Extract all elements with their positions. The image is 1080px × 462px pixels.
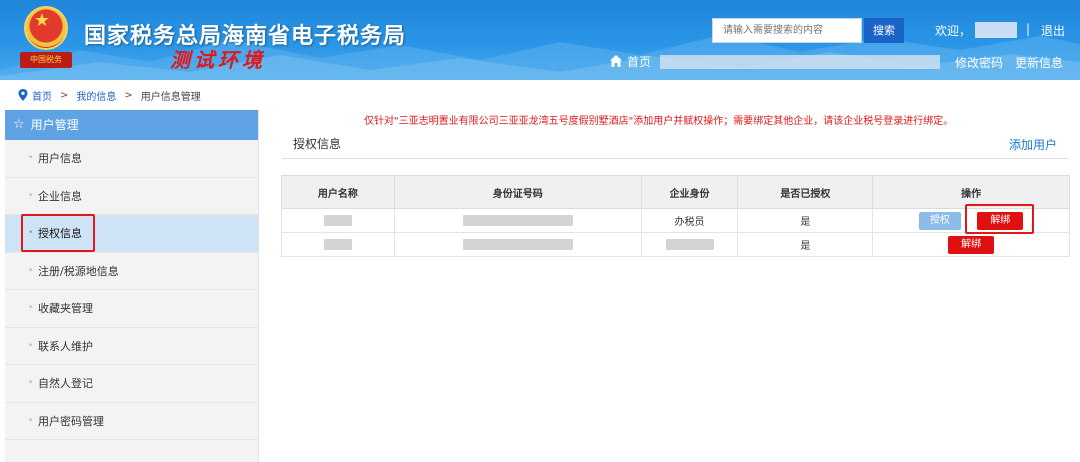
redacted-id: [462, 214, 573, 226]
bullet-icon: •: [28, 340, 34, 351]
breadcrumb-separator: >: [124, 89, 133, 101]
notice-text: 仅针对"三亚志明置业有限公司三亚亚龙湾五号度假别墅酒店"添加用户并赋权操作；需要…: [364, 116, 954, 127]
add-user-link[interactable]: 添加用户: [1009, 136, 1057, 153]
sidebar-item-label: 用户密码管理: [38, 414, 104, 428]
sidebar-item-label: 用户信息: [38, 152, 82, 165]
breadcrumb-separator: >: [60, 89, 69, 101]
authorize-button[interactable]: 授权: [918, 211, 961, 230]
redacted-role: [665, 238, 714, 250]
star-outline-icon: ☆: [13, 117, 25, 132]
section-title: 授权信息: [293, 137, 342, 151]
test-environment-label: 测试环境: [170, 48, 266, 72]
username-redacted: [975, 22, 1017, 38]
sidebar-item-enterprise-info[interactable]: • 企业信息: [5, 178, 258, 215]
bullet-icon: •: [28, 265, 34, 276]
header-divider: |: [1026, 22, 1031, 36]
update-info-link[interactable]: 更新信息: [1015, 54, 1063, 71]
tax-emblem-logo: ★ 中国税务: [20, 6, 72, 70]
sidebar-item-label: 联系人维护: [38, 339, 93, 353]
highlight-box-unbind: [965, 204, 1034, 234]
table-header-row: 用户名称 身份证号码 企业身份 是否已授权 操作: [281, 175, 1070, 209]
sidebar-item-contacts[interactable]: • 联系人维护: [5, 328, 258, 365]
table-row: 办税员 是 授权 解绑: [281, 208, 1070, 233]
sidebar-item-natural-person[interactable]: • 自然人登记: [5, 365, 258, 403]
sidebar-item-password[interactable]: • 用户密码管理: [5, 403, 258, 440]
sidebar-item-favorites[interactable]: • 收藏夹管理: [5, 290, 258, 328]
column-header: 企业身份: [640, 175, 739, 209]
sidebar-item-label: 自然人登记: [38, 377, 93, 390]
sidebar: ☆ 用户管理 • 用户信息 • 企业信息 • 授权信息 • 注册/税源地信息 •…: [5, 110, 259, 462]
home-link[interactable]: 首页: [627, 53, 651, 70]
sidebar-item-label: 注册/税源地信息: [38, 264, 119, 278]
site-header: ★ 中国税务 国家税务总局海南省电子税务局 测试环境 搜索 欢迎， | 退出 首…: [0, 0, 1080, 80]
search-button[interactable]: 搜索: [864, 18, 904, 43]
column-header: 身份证号码: [393, 175, 642, 209]
authorized-cell: 是: [737, 208, 874, 233]
column-header: 是否已授权: [737, 175, 874, 209]
sidebar-header-label: 用户管理: [30, 118, 79, 132]
breadcrumb: 首页 > 我的信息 > 用户信息管理: [18, 86, 201, 104]
bullet-icon: •: [28, 303, 34, 313]
welcome-text: 欢迎，: [935, 24, 972, 38]
breadcrumb-current: 用户信息管理: [140, 91, 201, 103]
bullet-icon: •: [28, 378, 34, 388]
sidebar-header[interactable]: ☆ 用户管理: [5, 110, 258, 140]
redacted-name: [323, 238, 352, 250]
table-row: 是 解绑: [281, 232, 1070, 257]
id-number-cell: [393, 232, 642, 257]
emblem-ribbon-text: 中国税务: [20, 52, 72, 68]
column-header: 用户名称: [281, 175, 395, 209]
bullet-icon: •: [28, 190, 34, 201]
section-divider: [282, 158, 1068, 159]
user-name-cell: [281, 208, 395, 233]
logout-link[interactable]: 退出: [1041, 22, 1065, 39]
breadcrumb-my-info[interactable]: 我的信息: [76, 88, 116, 103]
bullet-icon: •: [28, 153, 34, 163]
sidebar-item-label: 企业信息: [38, 189, 82, 203]
home-icon[interactable]: [609, 54, 623, 68]
search-input[interactable]: [712, 18, 862, 43]
bullet-icon: •: [28, 415, 34, 426]
redacted-name: [323, 214, 352, 226]
sidebar-item-label: 收藏夹管理: [38, 302, 93, 315]
highlight-box-sidebar: [21, 214, 95, 252]
role-cell: [640, 232, 739, 257]
authorization-table: 用户名称 身份证号码 企业身份 是否已授权 操作 办税员 是 授权 解绑 是 解…: [281, 175, 1070, 257]
sidebar-item-registration-info[interactable]: • 注册/税源地信息: [5, 253, 258, 290]
id-number-cell: [393, 208, 642, 233]
sidebar-item-user-info[interactable]: • 用户信息: [5, 140, 258, 178]
authorized-cell: 是: [737, 232, 874, 257]
role-cell: 办税员: [640, 208, 739, 233]
change-password-link[interactable]: 修改密码: [955, 54, 1003, 71]
location-pin-icon: [18, 89, 28, 101]
breadcrumb-home[interactable]: 首页: [32, 88, 52, 103]
navigation-redacted: [660, 55, 940, 69]
actions-cell: 解绑: [872, 232, 1070, 257]
user-name-cell: [281, 232, 395, 257]
unbind-button[interactable]: 解绑: [948, 235, 995, 254]
redacted-id: [462, 238, 573, 250]
